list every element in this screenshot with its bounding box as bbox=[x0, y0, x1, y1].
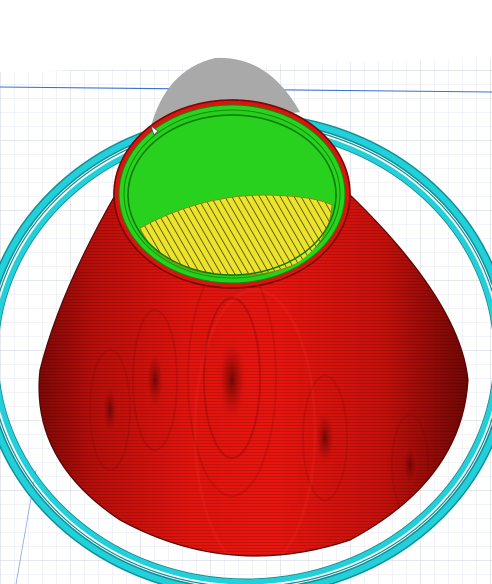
slicer-3d-viewport[interactable] bbox=[0, 0, 492, 584]
layer-view-canvas[interactable] bbox=[0, 0, 492, 584]
